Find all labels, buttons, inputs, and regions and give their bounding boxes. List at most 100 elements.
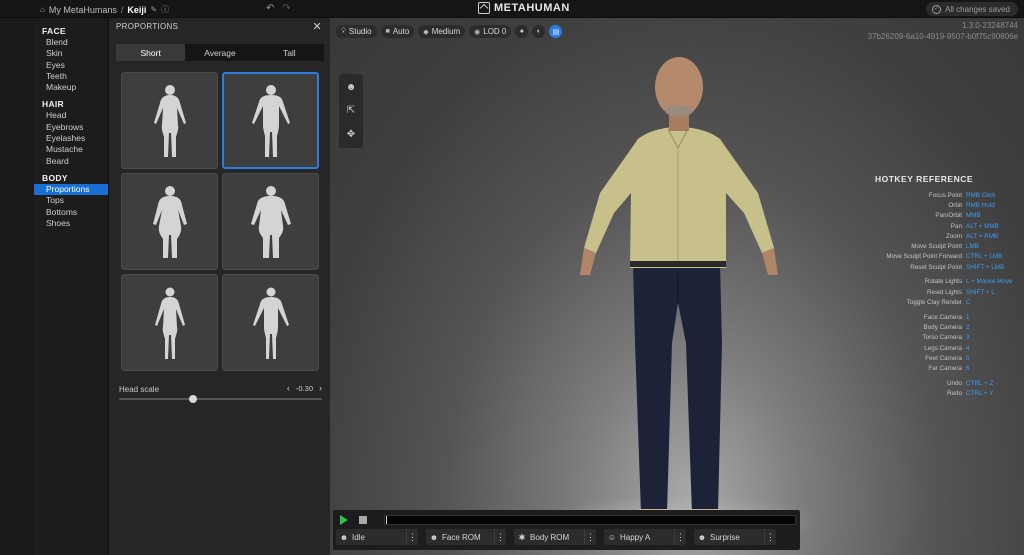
hotkey-action: Redo: [946, 390, 962, 398]
build-info: 1.3.0-23248744 37b26209-6a10-4919-9507-b…: [868, 20, 1018, 42]
head-scale-stepper: ‹ -0.30 ›: [287, 383, 322, 393]
redo-icon[interactable]: ↷: [282, 3, 290, 14]
head-scale-slider-handle[interactable]: [189, 395, 198, 403]
animation-surprise[interactable]: ☻ Surprise ⋮: [694, 529, 776, 545]
edit-icon[interactable]: ✎: [150, 5, 157, 14]
character-render[interactable]: [530, 43, 830, 555]
nav-item-eyelashes[interactable]: Eyelashes: [34, 133, 108, 144]
dna-toggle[interactable]: ◐: [532, 25, 546, 38]
3d-viewport[interactable]: 💡︎ Studio ■ Auto ◆ Medium ◉ LOD 0 ● ◐ ▤ 1.3.…: [330, 18, 1024, 555]
happy-icon: ☺: [607, 532, 617, 542]
stop-icon[interactable]: [359, 516, 367, 524]
nav-item-teeth[interactable]: Teeth: [34, 71, 108, 82]
nav-item-makeup[interactable]: Makeup: [34, 82, 108, 93]
hotkey-action: Pan: [950, 222, 962, 230]
hotkey-row: Pan ALT + MMB: [860, 221, 1024, 231]
more-options-icon[interactable]: ⋮: [674, 529, 686, 545]
tab-short[interactable]: Short: [116, 44, 186, 61]
animation-face-rom[interactable]: ☻ Face ROM ⋮: [426, 529, 506, 545]
animation-idle[interactable]: ☻ Idle ⋮: [336, 529, 418, 545]
female-body-thumbnail: [153, 84, 186, 157]
more-options-icon[interactable]: ⋮: [764, 529, 776, 545]
body-type-tile[interactable]: [222, 173, 319, 270]
nav-item-eyebrows[interactable]: Eyebrows: [34, 122, 108, 133]
nav-item-bottoms[interactable]: Bottoms: [34, 207, 108, 218]
move-arrows-icon[interactable]: ✥: [347, 129, 355, 140]
hotkey-action: Orbit: [948, 201, 962, 209]
diamond-icon: ◆: [423, 28, 429, 36]
breadcrumb-root[interactable]: My MetaHumans: [49, 5, 117, 15]
height-selector: Short Average Tall: [116, 44, 324, 61]
animation-bar: ☻ Idle ⋮ ☻ Face ROM ⋮ ✱ Body ROM ⋮ ☺ Happy A ⋮ ☻…: [333, 510, 800, 550]
male-heavy-body-thumbnail: [250, 185, 291, 258]
playhead[interactable]: [386, 516, 387, 524]
tab-average[interactable]: Average: [185, 44, 254, 61]
hotkey-key: 1: [966, 313, 970, 321]
clay-render-toggle[interactable]: ●: [515, 25, 529, 38]
nav-item-tops[interactable]: Tops: [34, 195, 108, 206]
hotkey-action: Move Sculpt Point Forward: [886, 253, 962, 261]
lighting-button[interactable]: 💡︎ Studio: [336, 25, 377, 38]
hotkey-key: 6: [966, 365, 970, 373]
body-type-tile[interactable]: [121, 173, 218, 270]
nav-item-shoes[interactable]: Shoes: [34, 218, 108, 229]
more-options-icon[interactable]: ⋮: [494, 529, 506, 545]
check-circle-icon: ✓: [932, 4, 942, 14]
nav-item-blend[interactable]: Blend: [34, 37, 108, 48]
hotkey-row: Redo CTRL + Y: [860, 389, 1024, 399]
help-icon[interactable]: ⓘ: [161, 4, 169, 15]
nav-item-proportions[interactable]: Proportions: [34, 183, 108, 196]
quality-label: Medium: [431, 27, 461, 36]
chevron-right-icon[interactable]: ›: [319, 383, 322, 393]
category-sidebar: FACE Blend Skin Eyes Teeth Makeup HAIR H…: [34, 18, 108, 555]
lod-label: LOD 0: [483, 27, 507, 36]
nav-section-face: FACE: [42, 26, 66, 36]
body-type-tile[interactable]: [121, 274, 218, 371]
hotkey-key: SHIFT + L: [966, 288, 995, 296]
nav-item-skin[interactable]: Skin: [34, 48, 108, 59]
hotkey-title: HOTKEY REFERENCE: [874, 174, 974, 184]
run-icon: ✱: [518, 532, 526, 542]
hotkey-row: Move Sculpt Point Forward CTRL + LMB: [860, 252, 1024, 262]
chevron-left-icon[interactable]: ‹: [287, 383, 290, 393]
close-icon[interactable]: ✕: [312, 20, 322, 33]
body-type-tile[interactable]: [121, 72, 218, 169]
lighting-label: Studio: [348, 27, 372, 36]
animation-label: Happy A: [620, 532, 651, 542]
animation-happy-a[interactable]: ☺ Happy A ⋮: [604, 529, 686, 545]
nav-item-mustache[interactable]: Mustache: [34, 144, 108, 155]
more-options-icon[interactable]: ⋮: [406, 529, 418, 545]
camera-button[interactable]: ■ Auto: [380, 25, 415, 38]
hotkey-row: Orbit RMB Hold: [860, 200, 1024, 210]
version-number: 1.3.0-23248744: [961, 21, 1018, 30]
female-heavy-body-thumbnail: [152, 185, 187, 258]
lod-button[interactable]: ◉ LOD 0: [469, 25, 512, 38]
body-type-tile-selected[interactable]: [222, 72, 319, 169]
face-sculpt-icon[interactable]: ☻: [346, 82, 357, 93]
undo-icon[interactable]: ↶: [266, 3, 274, 14]
body-type-tile[interactable]: [222, 274, 319, 371]
nav-item-beard[interactable]: Beard: [34, 156, 108, 167]
quality-button[interactable]: ◆ Medium: [418, 25, 466, 38]
keyboard-icon: ▤: [552, 28, 560, 36]
save-status-badge: ✓ All changes saved: [926, 2, 1018, 16]
hotkey-row: Far Camera 6: [860, 364, 1024, 374]
animation-timeline[interactable]: [384, 515, 796, 525]
body-type-grid: [121, 72, 319, 371]
head-scale-value[interactable]: -0.30: [296, 384, 313, 393]
nav-item-head[interactable]: Head: [34, 110, 108, 121]
hotkey-row: Zoom ALT + RMB: [860, 231, 1024, 241]
nav-section-body: BODY: [42, 172, 68, 183]
move-cursor-icon[interactable]: ⇱: [347, 105, 355, 116]
hotkey-toggle[interactable]: ▤: [549, 25, 563, 38]
nav-item-eyes[interactable]: Eyes: [34, 60, 108, 71]
more-options-icon[interactable]: ⋮: [584, 529, 596, 545]
metahuman-logo: METAHUMAN: [478, 2, 570, 14]
home-icon[interactable]: ⌂: [40, 5, 45, 14]
animation-body-rom[interactable]: ✱ Body ROM ⋮: [514, 529, 596, 545]
hotkey-row: Toggle Clay Render C: [860, 297, 1024, 307]
female-slim-body-thumbnail: [154, 287, 185, 359]
tab-tall[interactable]: Tall: [255, 44, 324, 61]
head-scale-slider[interactable]: [119, 395, 322, 403]
play-icon[interactable]: [340, 515, 348, 525]
